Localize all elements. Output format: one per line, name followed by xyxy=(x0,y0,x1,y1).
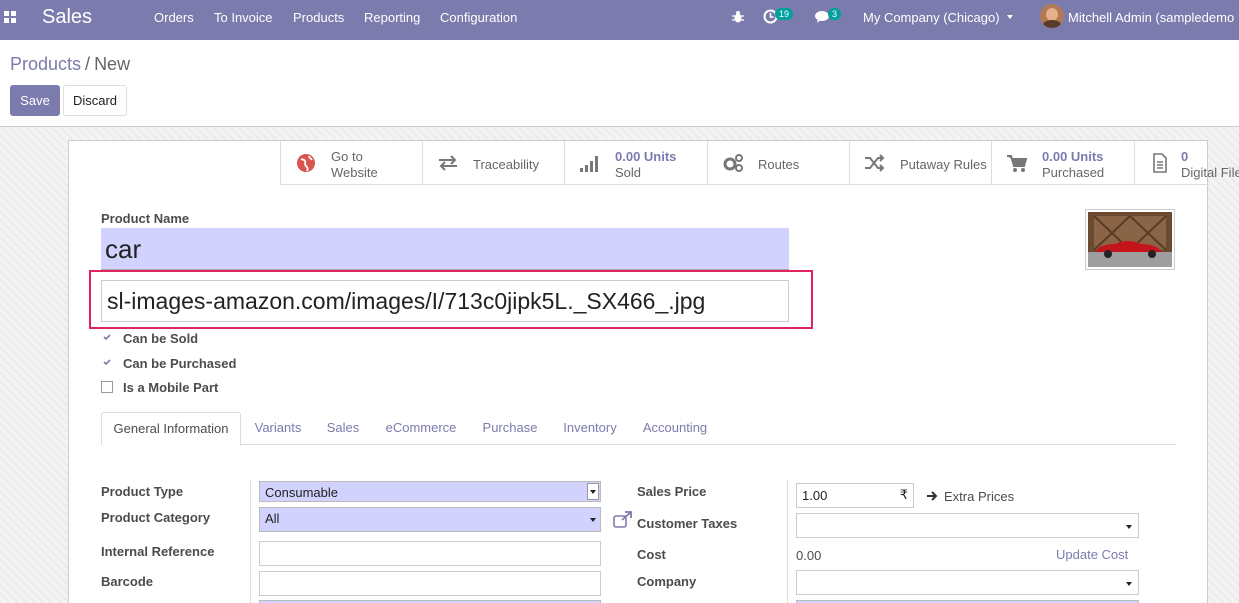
can-be-purchased-label: Can be Purchased xyxy=(123,356,237,371)
messages-count-badge: 3 xyxy=(828,8,842,20)
app-name: Sales xyxy=(42,6,93,28)
apps-menu-icon[interactable] xyxy=(4,11,18,25)
activity-count-badge: 19 xyxy=(775,8,794,20)
stat-website-line2: Website xyxy=(331,165,378,180)
discard-button[interactable]: Discard xyxy=(63,85,127,116)
menu-to-invoice[interactable]: To Invoice xyxy=(214,10,273,25)
user-menu[interactable]: Mitchell Admin (sampledemo xyxy=(1068,10,1234,25)
currency-symbol: ₹ xyxy=(899,487,908,502)
is-mobile-part-checkbox[interactable] xyxy=(101,381,113,393)
can-be-sold-checkbox[interactable] xyxy=(101,331,113,343)
company-label: Company xyxy=(637,574,697,589)
digital-files-button[interactable]: 0 Digital Files xyxy=(1134,141,1239,185)
putaway-rules-button[interactable]: Putaway Rules xyxy=(849,141,991,185)
tab-accounting[interactable]: Accounting xyxy=(634,412,716,445)
extra-prices-link[interactable]: Extra Prices xyxy=(944,489,1014,504)
save-button[interactable]: Save xyxy=(10,85,60,116)
stat-sold-value: 0.00 Units xyxy=(615,149,677,164)
stat-putaway-label: Putaway Rules xyxy=(900,157,987,172)
sold-button[interactable]: 0.00 Units Sold xyxy=(564,141,707,185)
customer-taxes-label: Customer Taxes xyxy=(637,516,738,531)
product-image[interactable] xyxy=(1085,209,1175,270)
stat-purchased-label: Purchased xyxy=(1042,165,1105,180)
cogs-icon xyxy=(722,153,744,173)
sales-price-input[interactable]: 1.00 ₹ xyxy=(796,483,914,508)
tab-inventory[interactable]: Inventory xyxy=(556,412,624,445)
barcode-label: Barcode xyxy=(101,574,154,589)
external-link-icon[interactable] xyxy=(613,511,633,531)
chevron-down-icon xyxy=(1126,525,1132,529)
stat-routes-label: Routes xyxy=(758,157,800,172)
menu-products[interactable]: Products xyxy=(293,10,344,25)
traceability-button[interactable]: Traceability xyxy=(422,141,564,185)
breadcrumb-separator: / xyxy=(85,54,91,74)
company-select[interactable] xyxy=(796,570,1139,595)
left-group-divider xyxy=(250,480,251,603)
stat-website-line1: Go to xyxy=(331,149,363,164)
breadcrumb-current: New xyxy=(94,54,131,74)
avatar[interactable] xyxy=(1040,4,1064,28)
chevron-down-icon xyxy=(590,490,596,494)
random-icon xyxy=(864,153,886,173)
debug-icon[interactable] xyxy=(731,10,745,27)
tab-general-information[interactable]: General Information xyxy=(101,412,241,446)
product-category-select[interactable]: All xyxy=(259,507,601,532)
menu-orders[interactable]: Orders xyxy=(154,10,194,25)
globe-icon xyxy=(295,153,317,173)
tab-variants[interactable]: Variants xyxy=(246,412,310,445)
internal-reference-label: Internal Reference xyxy=(101,544,215,559)
routes-button[interactable]: Routes xyxy=(707,141,849,185)
notebook-tabs: General Information Variants Sales eComm… xyxy=(101,412,1176,446)
product-name-input[interactable]: car xyxy=(101,228,789,270)
chevron-down-icon xyxy=(590,518,596,522)
go-to-website-button[interactable]: Go to Website xyxy=(280,141,422,185)
stat-digital-text: 0 Digital Files xyxy=(1181,149,1239,181)
update-cost-button[interactable]: Update Cost xyxy=(1056,547,1128,562)
stat-sold-label: Sold xyxy=(615,165,642,180)
product-name-label: Product Name xyxy=(101,211,190,226)
product-type-label: Product Type xyxy=(101,484,184,499)
exchange-icon xyxy=(437,153,459,173)
breadcrumb-parent[interactable]: Products xyxy=(10,54,81,74)
product-type-value: Consumable xyxy=(265,485,338,500)
product-type-select[interactable]: Consumable xyxy=(259,481,601,502)
tab-purchase[interactable]: Purchase xyxy=(473,412,547,445)
stat-digital-label: Digital Files xyxy=(1181,165,1239,180)
internal-reference-input[interactable] xyxy=(259,541,601,566)
barcode-input[interactable] xyxy=(259,571,601,596)
is-mobile-part-label: Is a Mobile Part xyxy=(123,380,219,395)
tab-sales[interactable]: Sales xyxy=(319,412,367,445)
chevron-down-icon xyxy=(1007,15,1013,19)
signal-icon xyxy=(579,153,601,173)
top-navbar: Sales Orders To Invoice Products Reporti… xyxy=(0,0,1239,40)
can-be-sold-label: Can be Sold xyxy=(123,331,199,346)
sales-price-label: Sales Price xyxy=(637,484,707,499)
cost-label: Cost xyxy=(637,547,666,562)
sales-price-value: 1.00 xyxy=(802,488,828,503)
arrow-right-icon[interactable] xyxy=(926,490,938,505)
breadcrumb: Products / New xyxy=(10,54,130,75)
product-category-value: All xyxy=(265,511,280,526)
can-be-purchased-checkbox[interactable] xyxy=(101,356,113,368)
stat-website-text: Go to Website xyxy=(331,149,378,181)
tab-ecommerce[interactable]: eCommerce xyxy=(377,412,465,445)
customer-taxes-input[interactable] xyxy=(796,513,1139,538)
stat-purchased-text: 0.00 Units Purchased xyxy=(1042,149,1104,181)
menu-reporting[interactable]: Reporting xyxy=(364,10,420,25)
stat-digital-value: 0 xyxy=(1181,149,1189,164)
stat-button-box: Go to Website Traceability 0.00 Units So… xyxy=(280,141,1239,185)
right-group-divider xyxy=(787,480,788,603)
company-switcher[interactable]: My Company (Chicago) xyxy=(863,10,1000,25)
cart-icon xyxy=(1006,153,1028,173)
chevron-down-icon xyxy=(1126,582,1132,586)
stat-sold-text: 0.00 Units Sold xyxy=(615,149,676,181)
file-icon xyxy=(1149,153,1171,173)
highlight-box xyxy=(89,270,813,329)
product-category-label: Product Category xyxy=(101,510,211,525)
purchased-button[interactable]: 0.00 Units Purchased xyxy=(991,141,1134,185)
cost-value: 0.00 xyxy=(796,548,822,563)
menu-configuration[interactable]: Configuration xyxy=(440,10,517,25)
stat-purchased-value: 0.00 Units xyxy=(1042,149,1104,164)
stat-traceability-label: Traceability xyxy=(473,157,539,172)
